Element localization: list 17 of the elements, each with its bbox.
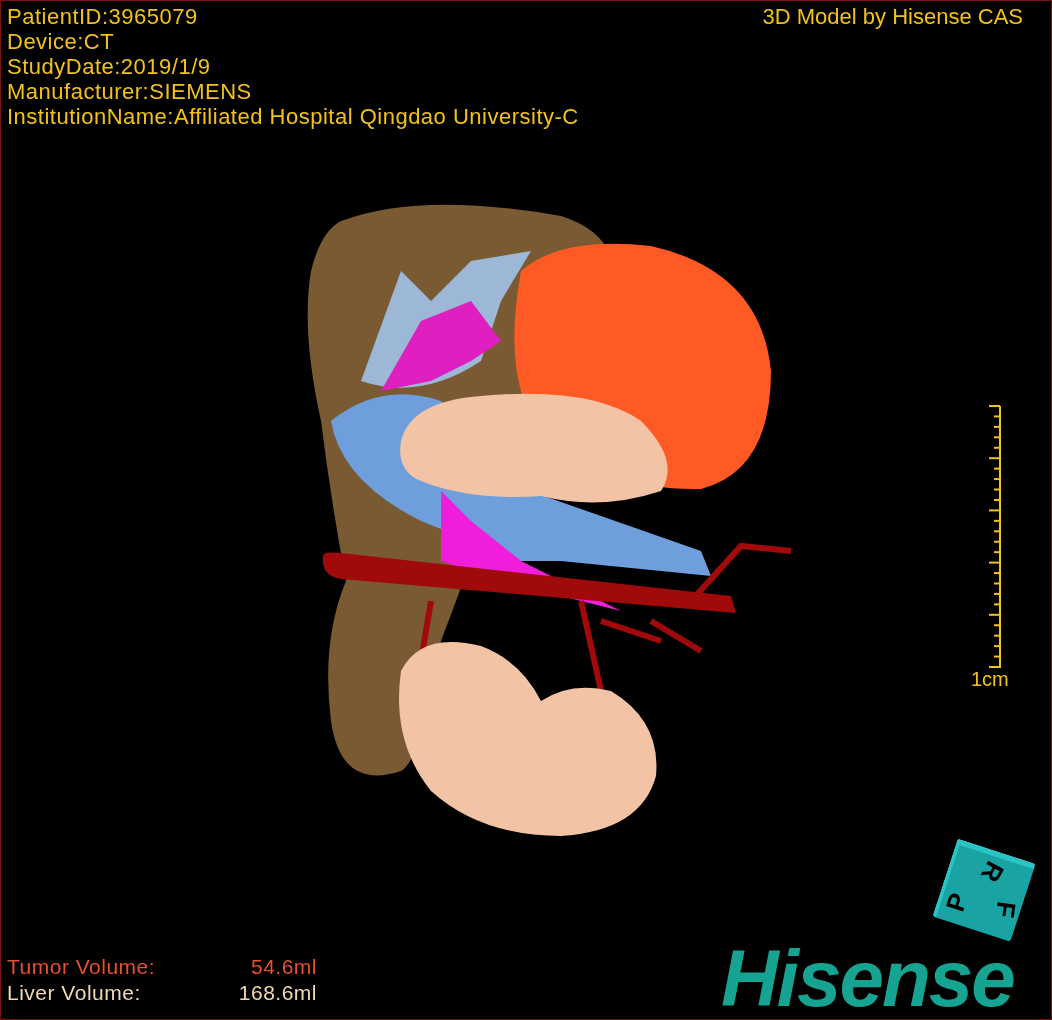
scale-label: 1cm <box>971 667 1009 691</box>
hisense-logo: Hisense <box>721 939 1014 1019</box>
patient-info-text: Device:CT <box>7 29 116 54</box>
patient-info-text: Manufacturer:SIEMENS <box>7 79 253 104</box>
cube-face-letter: P <box>941 889 972 915</box>
orientation-cube[interactable]: P R F <box>932 838 1036 942</box>
model-credit-text: 3D Model by Hisense CAS <box>762 4 1023 29</box>
volume-value: 168.6ml <box>238 980 317 1006</box>
volume-label: Tumor Volume: <box>7 954 156 980</box>
volume-label: Liver Volume: <box>7 980 141 1006</box>
patient-info-text: PatientID:3965079 <box>7 4 199 29</box>
patient-info-text: StudyDate:2019/1/9 <box>7 54 212 79</box>
volume-value: 54.6ml <box>250 954 317 980</box>
cube-face-letter: F <box>991 900 1020 920</box>
scale-ruler-icon <box>987 405 1003 669</box>
cube-face-letter: R <box>976 857 1009 887</box>
patient-info-text: InstitutionName:Affiliated Hospital Qingdao University-C <box>7 104 579 129</box>
